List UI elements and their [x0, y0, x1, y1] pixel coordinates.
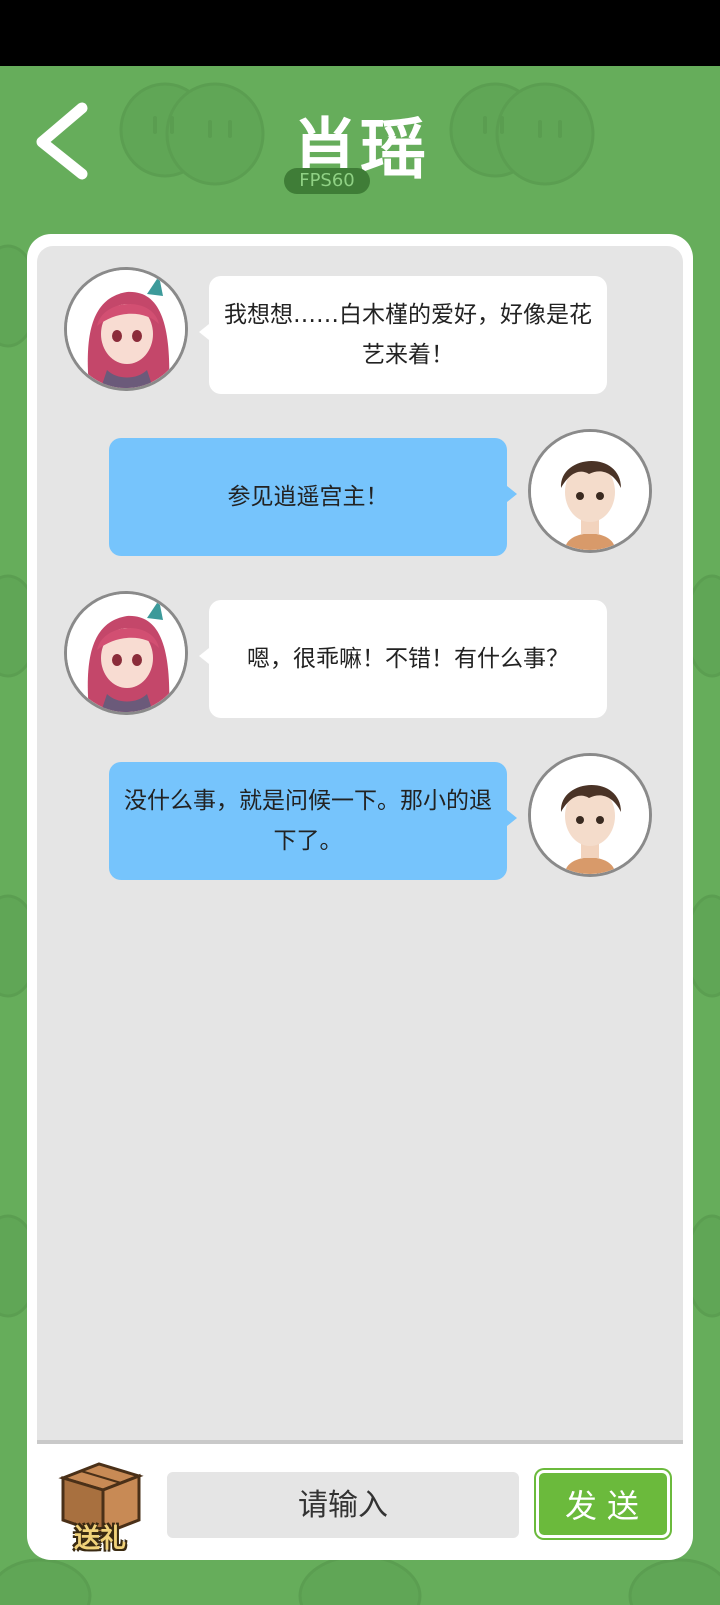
- send-button[interactable]: 发送: [536, 1470, 670, 1538]
- player-avatar[interactable]: [531, 432, 649, 550]
- message-bubble: 我想想……白木槿的爱好，好像是花艺来着！: [209, 276, 607, 394]
- message-bubble: 没什么事，就是问候一下。那小的退下了。: [109, 762, 507, 880]
- fps-badge: FPS60: [284, 168, 370, 194]
- player-avatar[interactable]: [531, 756, 649, 874]
- status-bar: [0, 0, 720, 66]
- chat-panel: 我想想……白木槿的爱好，好像是花艺来着！ 参见逍遥宫主！ 嗯，很乖嘛！不错！有什…: [27, 234, 693, 1560]
- message-row: 嗯，很乖嘛！不错！有什么事？: [37, 594, 683, 722]
- npc-avatar[interactable]: [67, 594, 185, 712]
- npc-avatar[interactable]: [67, 270, 185, 388]
- gift-button[interactable]: 送礼: [55, 1456, 145, 1554]
- message-row: 没什么事，就是问候一下。那小的退下了。: [37, 756, 683, 884]
- message-input[interactable]: [167, 1472, 519, 1538]
- gift-label: 送礼: [73, 1524, 126, 1554]
- message-row: 我想想……白木槿的爱好，好像是花艺来着！: [37, 270, 683, 398]
- message-row: 参见逍遥宫主！: [37, 432, 683, 560]
- message-bubble: 参见逍遥宫主！: [109, 438, 507, 556]
- message-bubble: 嗯，很乖嘛！不错！有什么事？: [209, 600, 607, 718]
- message-list[interactable]: 我想想……白木槿的爱好，好像是花艺来着！ 参见逍遥宫主！ 嗯，很乖嘛！不错！有什…: [37, 246, 683, 1444]
